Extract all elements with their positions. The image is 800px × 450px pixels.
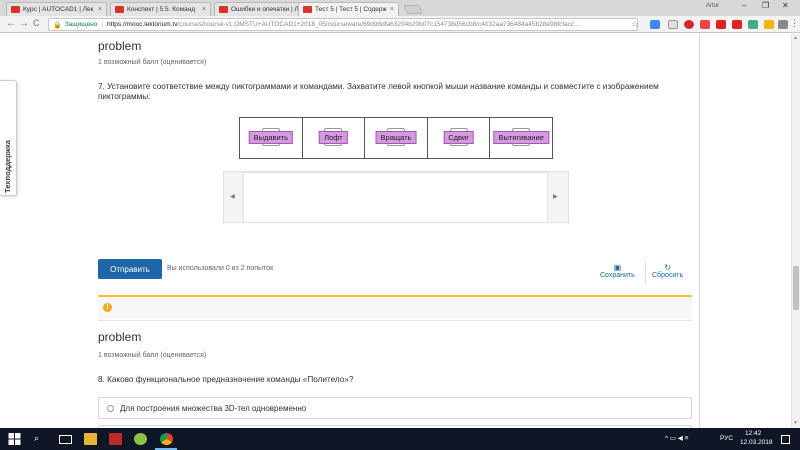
reset-label: Сбросить (652, 272, 684, 279)
drag-source-slider: ◀ ▶ (223, 171, 569, 223)
drop-zone[interactable]: Вращать (365, 118, 428, 158)
minimize-icon[interactable]: – (742, 1, 746, 10)
tray-icons[interactable]: ^ ▭ ◀ ≡ (665, 434, 688, 442)
problem-title: problem (98, 330, 142, 344)
notifications-icon[interactable] (781, 435, 790, 444)
autocad-icon[interactable] (109, 433, 122, 445)
url-path: /courses/course-v1:OMSTU+AUTOCAD1+2018_0… (177, 21, 580, 28)
search-icon[interactable]: ⌕ (34, 433, 39, 444)
browser-tab[interactable]: Курс | AUTOCAD1 | Лек × (6, 2, 107, 16)
scroll-down-icon[interactable]: ▼ (793, 420, 798, 426)
answer-option[interactable]: Для построения множества 3D-тел одноврем… (98, 397, 692, 419)
tab-label: Конспект | 5.5. Команд (127, 6, 196, 13)
browser-menu-icon[interactable]: ⋮ (790, 18, 799, 29)
notification-box (98, 297, 692, 319)
problem-question: 7. Установите соответствие между пиктогр… (98, 82, 659, 101)
content-border (699, 34, 700, 428)
extension-icon[interactable] (668, 20, 678, 29)
address-bar[interactable]: 🔒 Защищено | https://mooc.lektorium.tv /… (48, 18, 638, 31)
reset-button[interactable]: ↻ Сбросить (652, 263, 684, 280)
submit-button[interactable]: Отправить (98, 259, 162, 279)
page-content: Техподдержка problem 1 возможный балл (о… (0, 34, 800, 428)
tab-label: Тест 5 | Тест 5 | Содерж (315, 6, 387, 13)
scrollbar-thumb[interactable] (793, 266, 799, 310)
secure-label: Защищено (64, 21, 98, 28)
page-scrollbar[interactable]: ▲ ▼ (791, 34, 800, 428)
lektorium-favicon (11, 6, 20, 13)
windows-start-icon[interactable] (8, 433, 21, 445)
drop-zone[interactable]: Лофт (303, 118, 366, 158)
extension-icon[interactable] (778, 20, 788, 29)
lektorium-favicon (303, 6, 312, 13)
tab-label: Ошибки и опечатки | Л (231, 6, 299, 13)
support-tab[interactable]: Техподдержка (0, 80, 17, 196)
maximize-icon[interactable]: ❐ (762, 1, 769, 10)
extension-icon[interactable] (732, 20, 742, 29)
forward-icon[interactable]: → (19, 18, 29, 29)
profile-name[interactable]: Artur (706, 3, 719, 9)
window-close-icon[interactable]: ✕ (782, 1, 789, 10)
divider (98, 320, 692, 321)
clock-time[interactable]: 12:42 (745, 430, 761, 437)
browser-tab-strip: Курс | AUTOCAD1 | Лек × Конспект | 5.5. … (0, 0, 800, 16)
draggable-command[interactable]: Лофт (319, 131, 348, 144)
new-tab-button[interactable] (403, 5, 423, 14)
save-label: Сохранить (600, 272, 635, 279)
app-icon[interactable] (134, 433, 147, 445)
lektorium-favicon (219, 6, 228, 13)
back-icon[interactable]: ← (6, 18, 16, 29)
extension-icon[interactable] (716, 20, 726, 29)
extension-icon[interactable] (700, 20, 710, 29)
problem-question: 8. Каково функциональное предназначение … (98, 375, 354, 384)
close-icon[interactable]: × (390, 6, 394, 13)
close-icon[interactable]: × (202, 6, 206, 13)
close-icon[interactable]: × (98, 6, 102, 13)
clock-date[interactable]: 12.03.2018 (740, 439, 773, 446)
draggable-command[interactable]: Выдавить (248, 131, 294, 144)
drop-zone[interactable]: Вытягивание (490, 118, 552, 158)
lektorium-favicon (115, 6, 124, 13)
save-icon: ▣ (613, 263, 622, 272)
divider (645, 262, 646, 284)
scroll-left-icon[interactable]: ◀ (230, 193, 235, 200)
support-label: Техподдержка (3, 140, 12, 193)
save-button[interactable]: ▣ Сохранить (600, 263, 635, 280)
scroll-right-icon[interactable]: ▶ (553, 193, 558, 200)
problem-title: problem (98, 39, 142, 53)
browser-tab[interactable]: Конспект | 5.5. Команд × (110, 2, 211, 16)
taskbar: ⌕ ^ ▭ ◀ ≡ РУС 12:42 12.03.2018 (0, 428, 800, 450)
extension-icon[interactable] (764, 20, 774, 29)
chrome-icon[interactable] (160, 433, 173, 445)
language-indicator[interactable]: РУС (720, 435, 733, 442)
attempts-info: Вы использовали 0 из 2 попыток (167, 265, 274, 272)
divider: | (101, 21, 104, 28)
pinterest-icon[interactable] (684, 20, 694, 29)
drag-drop-target-area: Выдавить Лофт Вращать Сдвиг Вытягивание (239, 117, 553, 159)
draggable-command[interactable]: Вращать (375, 131, 417, 144)
reset-icon: ↻ (664, 263, 671, 272)
answer-option-label: Для построения множества 3D-тел одноврем… (120, 403, 307, 413)
tab-label: Курс | AUTOCAD1 | Лек (23, 6, 94, 13)
problem-points: 1 возможный балл (оценивается) (98, 59, 207, 66)
radio-button[interactable] (107, 404, 114, 412)
browser-tab-active[interactable]: Тест 5 | Тест 5 | Содерж × (298, 2, 399, 16)
drop-zone[interactable]: Сдвиг (428, 118, 491, 158)
drag-source-area[interactable] (243, 172, 548, 223)
warning-icon: ! (103, 303, 112, 312)
task-view-icon[interactable] (59, 435, 72, 444)
scroll-up-icon[interactable]: ▲ (793, 35, 798, 41)
drop-zone[interactable]: Выдавить (240, 118, 303, 158)
extension-icon[interactable] (748, 20, 758, 29)
extension-icon[interactable] (650, 20, 660, 29)
problem-points: 1 возможный балл (оценивается) (98, 352, 207, 359)
file-explorer-icon[interactable] (84, 433, 97, 445)
lock-icon: 🔒 (53, 21, 62, 29)
bookmark-star-icon[interactable]: ☆ (631, 19, 639, 30)
browser-toolbar: ← → C 🔒 Защищено | https://mooc.lektoriu… (0, 16, 800, 33)
draggable-command[interactable]: Сдвиг (443, 131, 474, 144)
draggable-command[interactable]: Вытягивание (493, 131, 549, 144)
url-host: https://mooc.lektorium.tv (107, 21, 178, 28)
reload-icon[interactable]: C (33, 18, 40, 28)
